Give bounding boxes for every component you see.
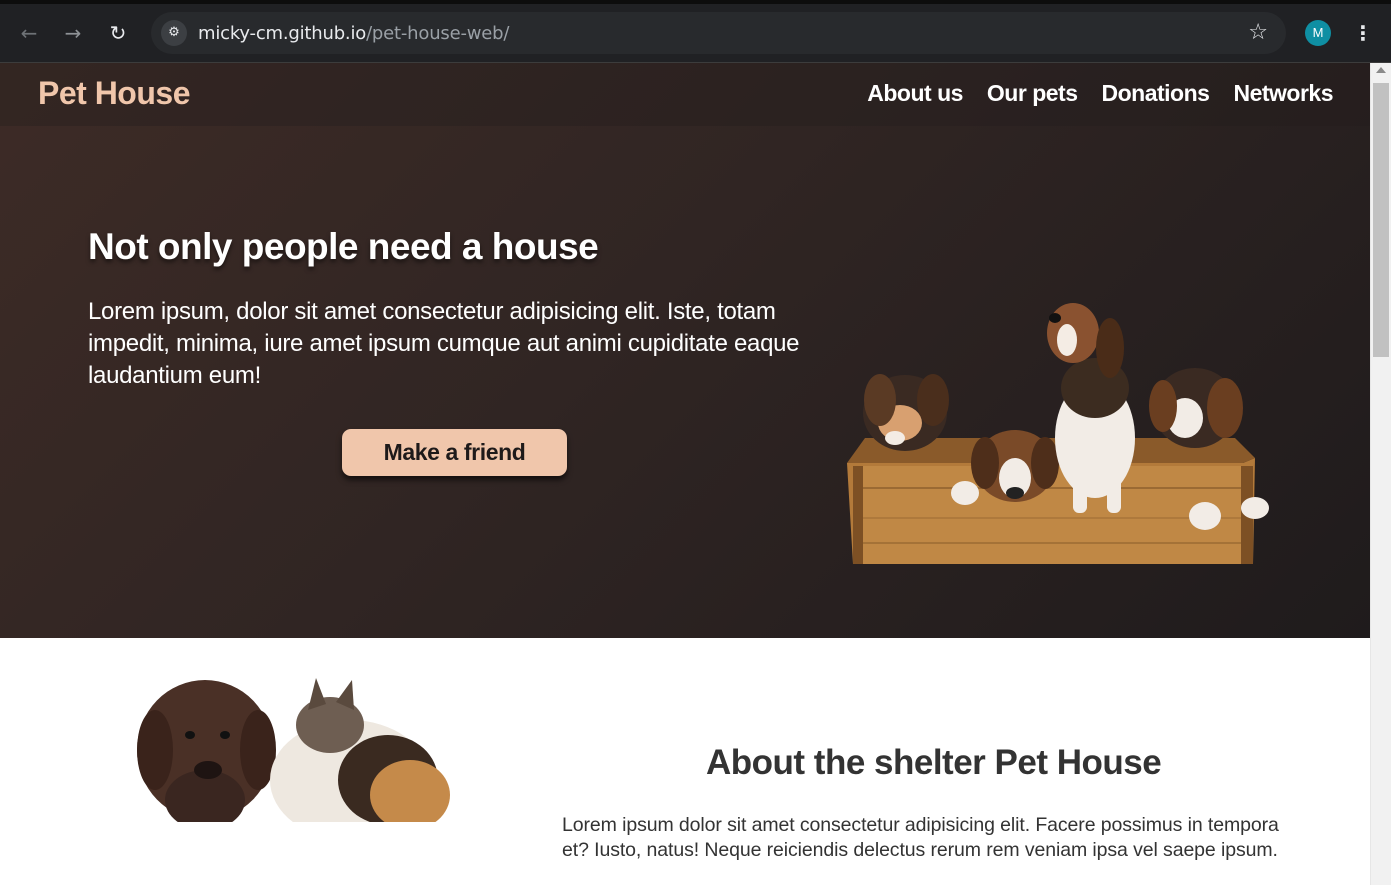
nav-link-networks[interactable]: Networks — [1233, 80, 1333, 107]
profile-avatar[interactable]: M — [1305, 20, 1331, 46]
scrollbar-thumb[interactable] — [1373, 83, 1389, 357]
reload-icon[interactable]: ↻ — [105, 20, 131, 46]
site-logo[interactable]: Pet House — [38, 75, 190, 112]
about-description: Lorem ipsum dolor sit amet consectetur a… — [562, 814, 1279, 861]
hero-description: Lorem ipsum, dolor sit amet consectetur … — [88, 298, 800, 389]
url-host: micky-cm.github.io — [198, 23, 367, 44]
browser-toolbar: ← → ↻ ⚙ micky-cm.github.io/pet-house-web… — [0, 0, 1391, 63]
nav-link-donations[interactable]: Donations — [1102, 80, 1210, 107]
tab-strip — [0, 0, 1391, 4]
bookmark-star-icon[interactable]: ☆ — [1248, 20, 1268, 46]
site-info-icon[interactable]: ⚙ — [161, 20, 187, 46]
scroll-up-arrow-icon[interactable] — [1376, 67, 1386, 73]
hero-title: Not only people need a house — [88, 226, 599, 267]
kebab-menu-icon[interactable]: ⋮ — [1353, 18, 1373, 48]
make-a-friend-button[interactable]: Make a friend — [342, 429, 567, 476]
page-viewport: Pet House About us Our pets Donations Ne… — [0, 63, 1370, 885]
hero-section: Pet House About us Our pets Donations Ne… — [0, 63, 1370, 638]
page-scrollbar[interactable] — [1370, 63, 1391, 885]
site-nav: About us Our pets Donations Networks — [867, 80, 1333, 107]
address-bar[interactable]: ⚙ micky-cm.github.io/pet-house-web/ ☆ — [151, 12, 1286, 54]
about-title: About the shelter Pet House — [706, 743, 1162, 782]
url-path: /pet-house-web/ — [366, 23, 510, 44]
url-text[interactable]: micky-cm.github.io/pet-house-web/ — [198, 23, 509, 44]
puppies-in-box-image — [847, 303, 1269, 564]
forward-arrow-icon[interactable]: → — [60, 20, 86, 46]
nav-link-our-pets[interactable]: Our pets — [987, 80, 1078, 107]
dog-and-cat-image — [137, 678, 450, 822]
nav-link-about-us[interactable]: About us — [867, 80, 963, 107]
site-header: Pet House About us Our pets Donations Ne… — [0, 63, 1370, 126]
back-arrow-icon[interactable]: ← — [16, 20, 42, 46]
